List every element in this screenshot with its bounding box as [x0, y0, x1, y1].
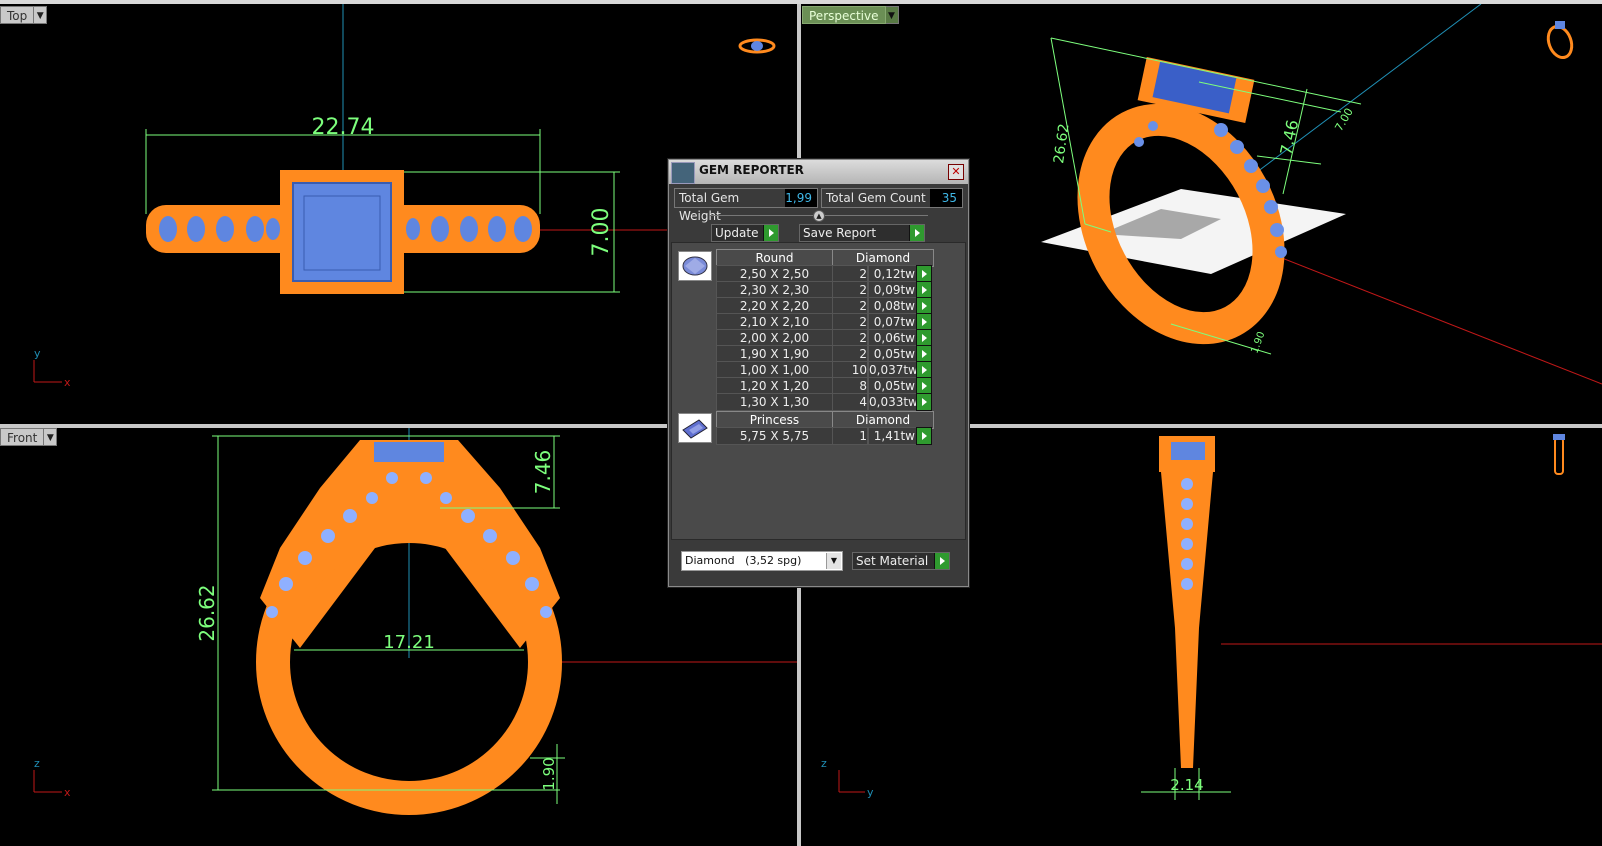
axis-label: z — [34, 757, 40, 770]
save-report-button-label: Save Report — [803, 226, 877, 240]
axis-label: x — [64, 376, 71, 389]
chevron-down-icon[interactable]: ▼ — [826, 553, 841, 569]
material-select-value: Diamond (3,52 spg) — [685, 554, 802, 567]
axis-label: y — [34, 347, 41, 360]
gem-count: 1 — [832, 427, 868, 445]
gem-size: 1,30 X 1,30 — [716, 393, 833, 411]
play-arrow-icon — [934, 553, 949, 569]
total-gem-weight-label: Total Gem Weight — [675, 189, 786, 223]
axis-label: z — [821, 757, 827, 770]
dimension-label: 1.90 — [1249, 330, 1267, 355]
side-shank — [1161, 472, 1213, 768]
material-select[interactable]: Diamond (3,52 spg) ▼ — [681, 551, 843, 571]
total-gem-count-label: Total Gem Count — [822, 189, 930, 207]
total-gem-count: Total Gem Count 35 — [821, 188, 963, 208]
gem-count: 4 — [832, 393, 868, 411]
total-gem-weight: Total Gem Weight 1,99 — [674, 188, 818, 223]
chevron-down-icon[interactable]: ▼ — [885, 6, 899, 24]
collapse-toggle[interactable]: ▲ — [669, 210, 968, 222]
gem-size: 5,75 X 5,75 — [716, 427, 833, 445]
center-princess-stone — [1171, 442, 1205, 460]
chevron-down-icon[interactable]: ▼ — [34, 6, 48, 24]
set-material-button-label: Set Material — [856, 554, 929, 568]
round-diamond-icon — [678, 251, 712, 281]
dimension-label: 1.90 — [540, 757, 558, 790]
gem-reporter-panel: GEM REPORTER ✕ Total Gem Weight 1,99 Tot… — [668, 159, 969, 587]
dimension-label: 7.46 — [1276, 118, 1302, 157]
panel-title: GEM REPORTER — [699, 163, 804, 177]
update-button-label: Update — [715, 226, 759, 240]
dimension-label: 7.00 — [1332, 106, 1356, 134]
total-gem-weight-value: 1,99 — [785, 189, 817, 207]
center-princess-stone — [292, 182, 392, 282]
viewport-tab-perspective[interactable]: Perspective ▼ — [802, 6, 899, 24]
center-princess-stone — [374, 442, 444, 462]
dimension-label: 22.74 — [312, 115, 375, 140]
gem-weight: 0,033tw — [868, 393, 918, 411]
viewport-tab-top[interactable]: Top ▼ — [0, 6, 48, 24]
play-arrow-icon[interactable] — [916, 393, 932, 411]
dimension-label: 7.46 — [531, 450, 555, 495]
play-arrow-icon — [909, 225, 924, 241]
dimension-label: 7.00 — [589, 208, 614, 257]
chevron-down-icon[interactable]: ▼ — [44, 428, 58, 446]
dimension-label: 26.62 — [195, 584, 219, 641]
viewport-tab-label: Top — [0, 6, 35, 24]
play-arrow-icon — [763, 225, 778, 241]
save-report-button[interactable]: Save Report — [799, 224, 925, 242]
gem-list[interactable]: Round Diamond 2,50 X 2,50 2 0,12tw 2,30 … — [671, 242, 966, 540]
gem-reporter-icon — [671, 162, 695, 184]
play-arrow-icon[interactable] — [916, 427, 932, 445]
dimension-label: 2.14 — [1170, 776, 1203, 794]
dimension-label: 26.62 — [1051, 123, 1072, 165]
gem-weight: 1,41tw — [868, 427, 917, 445]
chevron-up-icon[interactable]: ▲ — [813, 210, 825, 222]
update-button[interactable]: Update — [711, 224, 779, 242]
viewport-tab-label: Front — [0, 428, 45, 446]
close-icon[interactable]: ✕ — [948, 164, 964, 180]
dimension-label: 17.21 — [383, 632, 435, 653]
axis-label: y — [867, 786, 874, 799]
axis-label: x — [64, 786, 71, 799]
ring-thumbnail-icon — [1554, 437, 1564, 475]
total-gem-count-value: 35 — [929, 189, 962, 207]
viewport-tab-front[interactable]: Front ▼ — [0, 428, 58, 446]
set-material-button[interactable]: Set Material — [852, 552, 950, 570]
viewport-tab-label: Perspective — [802, 6, 886, 24]
princess-diamond-icon — [678, 413, 712, 443]
panel-titlebar[interactable]: GEM REPORTER ✕ — [669, 160, 968, 184]
